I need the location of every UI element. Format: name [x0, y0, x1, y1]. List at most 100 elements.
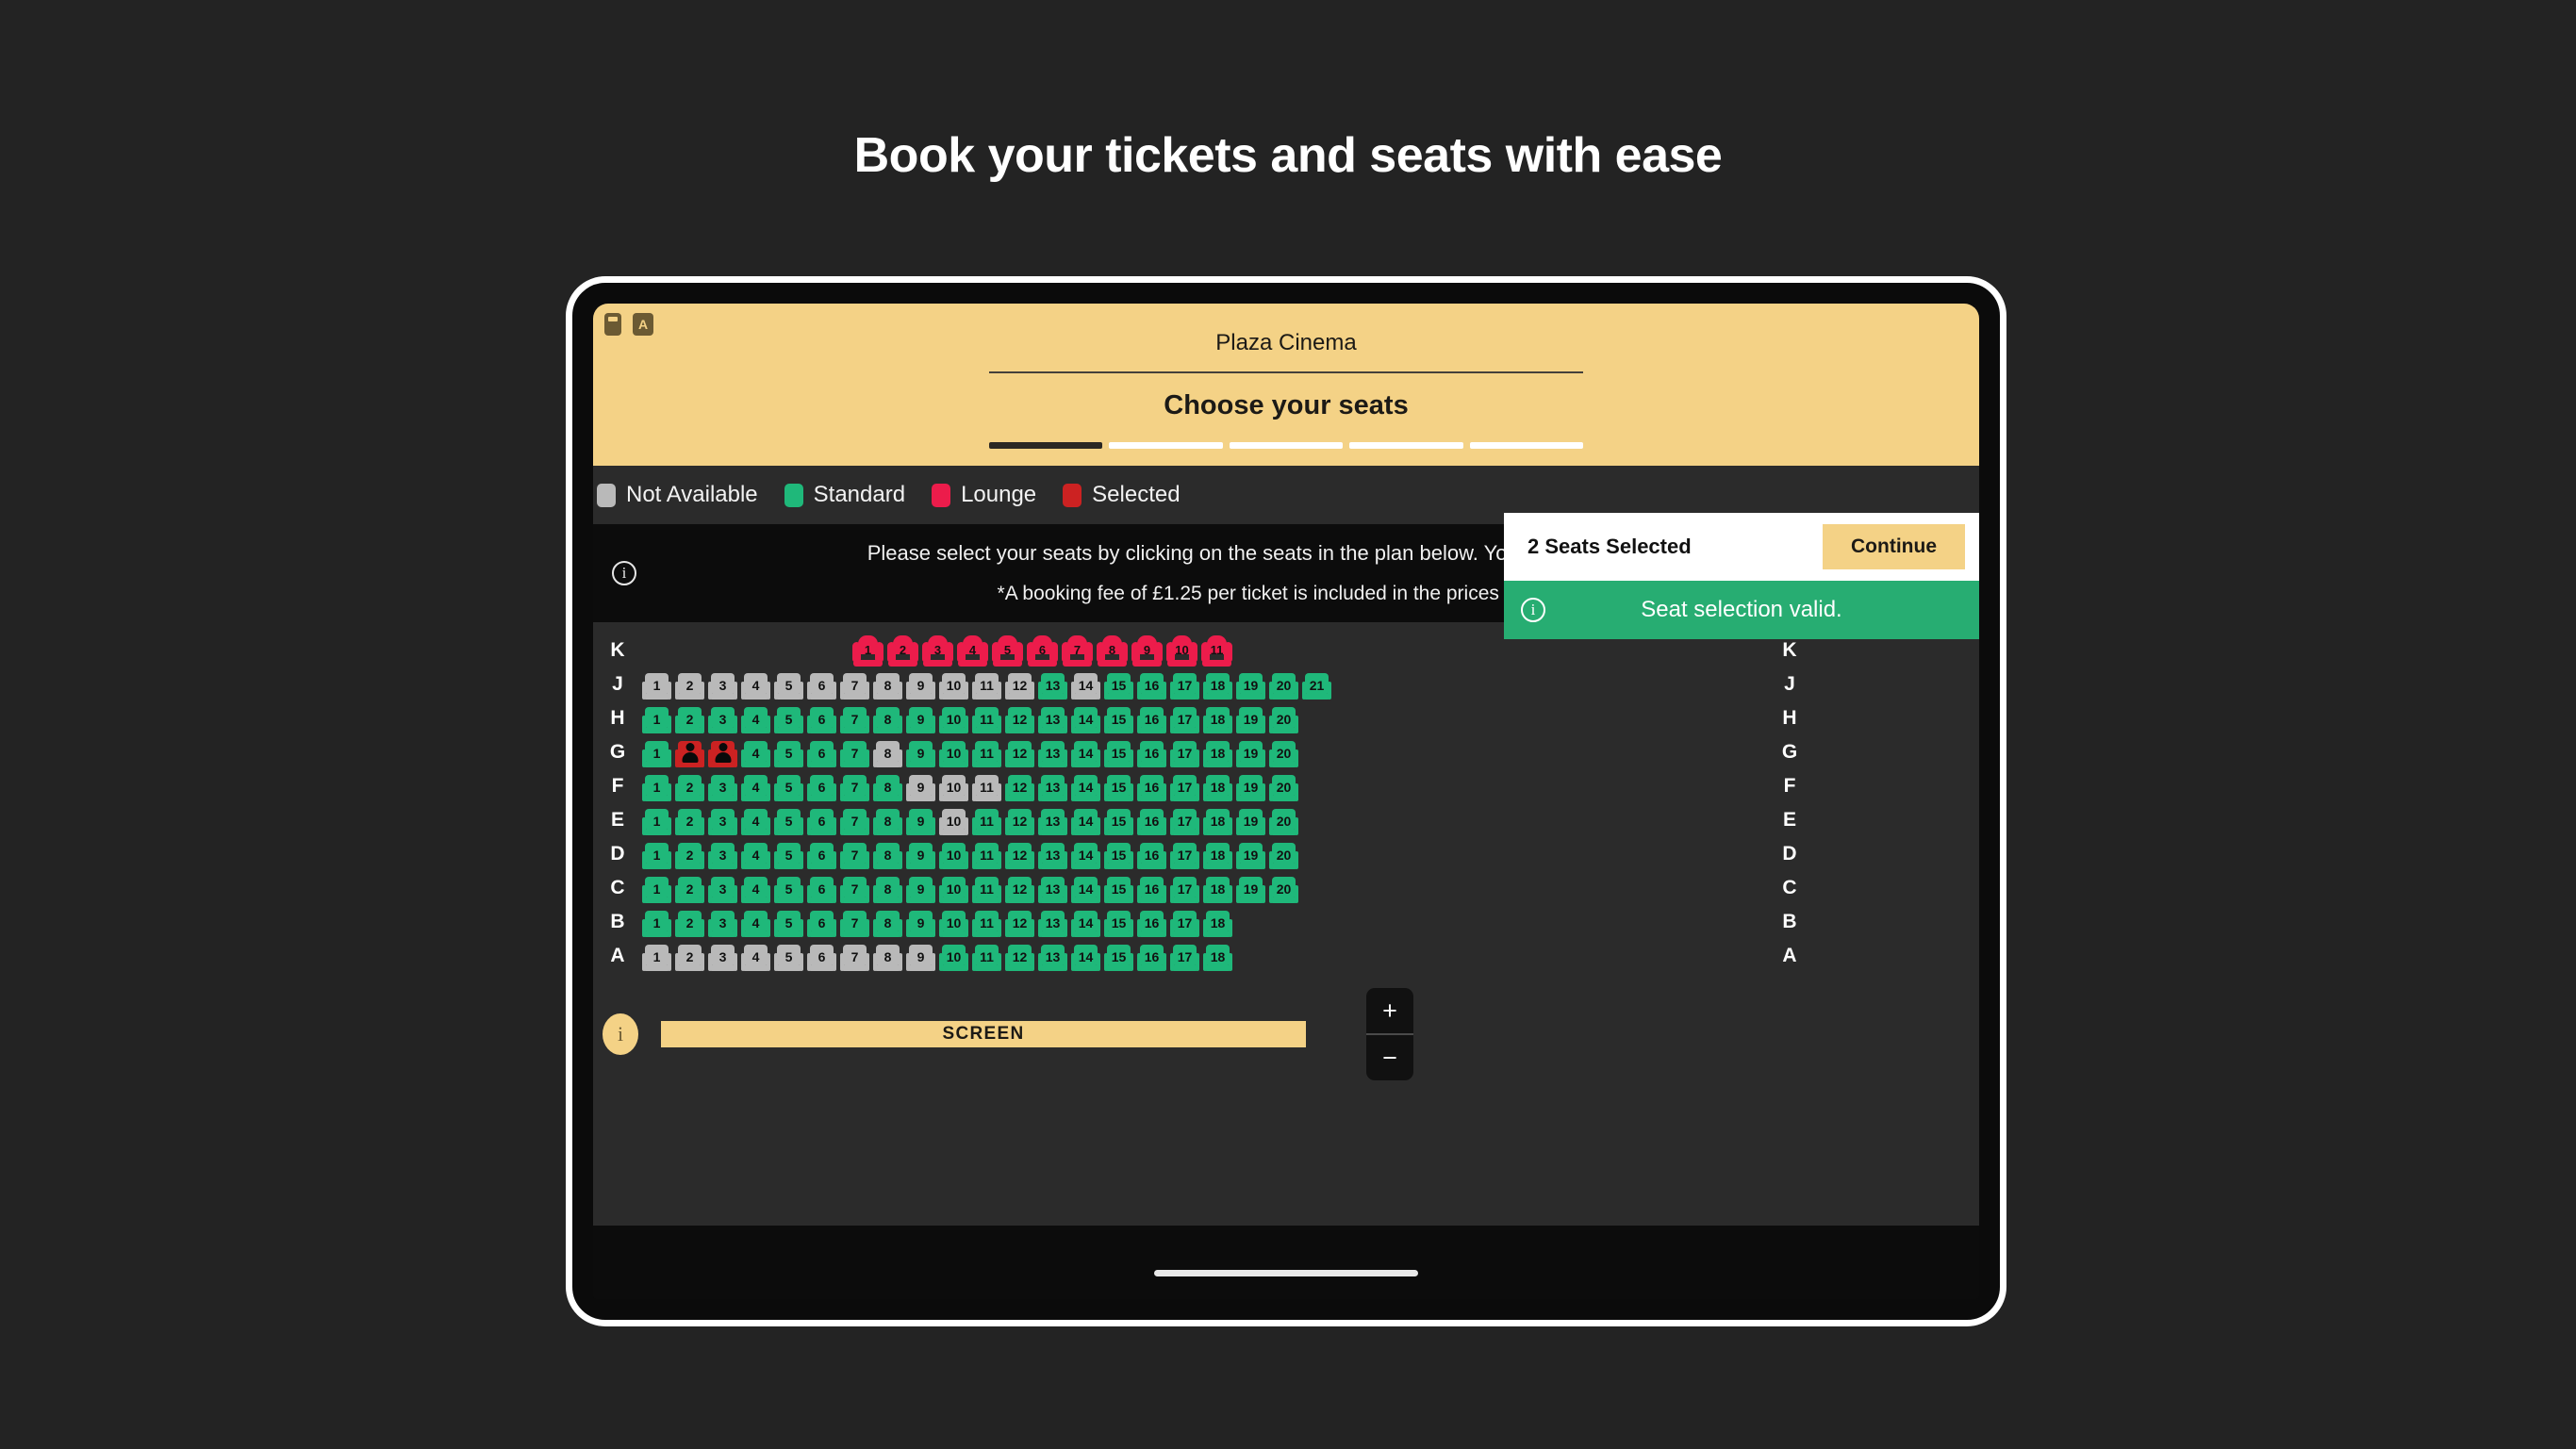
seat-F8[interactable]: 8: [873, 775, 902, 803]
seat-F1[interactable]: 1: [642, 775, 671, 803]
seat-B12[interactable]: 12: [1005, 911, 1034, 939]
seat-K8[interactable]: 8: [1097, 635, 1128, 667]
seat-J6[interactable]: 6: [807, 673, 836, 701]
seat-G14[interactable]: 14: [1071, 741, 1100, 769]
seat-G18[interactable]: 18: [1203, 741, 1232, 769]
seat-D2[interactable]: 2: [675, 843, 704, 871]
seat-B5[interactable]: 5: [774, 911, 803, 939]
seat-D12[interactable]: 12: [1005, 843, 1034, 871]
seat-B17[interactable]: 17: [1170, 911, 1199, 939]
seat-A13[interactable]: 13: [1038, 945, 1067, 973]
seat-D19[interactable]: 19: [1236, 843, 1265, 871]
seat-D3[interactable]: 3: [708, 843, 737, 871]
seat-C15[interactable]: 15: [1104, 877, 1133, 905]
seat-A1[interactable]: 1: [642, 945, 671, 973]
seat-A9[interactable]: 9: [906, 945, 935, 973]
seat-B8[interactable]: 8: [873, 911, 902, 939]
seat-G6[interactable]: 6: [807, 741, 836, 769]
seat-A16[interactable]: 16: [1137, 945, 1166, 973]
seat-J13[interactable]: 13: [1038, 673, 1067, 701]
seat-A18[interactable]: 18: [1203, 945, 1232, 973]
seat-G8[interactable]: 8: [873, 741, 902, 769]
seat-H12[interactable]: 12: [1005, 707, 1034, 735]
seat-C20[interactable]: 20: [1269, 877, 1298, 905]
seat-G13[interactable]: 13: [1038, 741, 1067, 769]
seat-F10[interactable]: 10: [939, 775, 968, 803]
seat-F16[interactable]: 16: [1137, 775, 1166, 803]
seat-C2[interactable]: 2: [675, 877, 704, 905]
seat-C3[interactable]: 3: [708, 877, 737, 905]
seat-B7[interactable]: 7: [840, 911, 869, 939]
seat-E9[interactable]: 9: [906, 809, 935, 837]
seat-J7[interactable]: 7: [840, 673, 869, 701]
seat-F7[interactable]: 7: [840, 775, 869, 803]
seat-K5[interactable]: 5: [992, 635, 1023, 667]
seat-G1[interactable]: 1: [642, 741, 671, 769]
seat-B13[interactable]: 13: [1038, 911, 1067, 939]
seat-D11[interactable]: 11: [972, 843, 1001, 871]
seat-F20[interactable]: 20: [1269, 775, 1298, 803]
seat-D16[interactable]: 16: [1137, 843, 1166, 871]
seat-J3[interactable]: 3: [708, 673, 737, 701]
seat-K6[interactable]: 6: [1027, 635, 1058, 667]
seat-C8[interactable]: 8: [873, 877, 902, 905]
zoom-controls[interactable]: + −: [1366, 988, 1413, 1080]
seat-D13[interactable]: 13: [1038, 843, 1067, 871]
seat-J12[interactable]: 12: [1005, 673, 1034, 701]
seat-H4[interactable]: 4: [741, 707, 770, 735]
seat-J10[interactable]: 10: [939, 673, 968, 701]
seat-G9[interactable]: 9: [906, 741, 935, 769]
seat-K1[interactable]: 1: [852, 635, 883, 667]
seat-G10[interactable]: 10: [939, 741, 968, 769]
seat-H7[interactable]: 7: [840, 707, 869, 735]
seat-E13[interactable]: 13: [1038, 809, 1067, 837]
seat-B14[interactable]: 14: [1071, 911, 1100, 939]
seat-F12[interactable]: 12: [1005, 775, 1034, 803]
seat-C1[interactable]: 1: [642, 877, 671, 905]
seat-J1[interactable]: 1: [642, 673, 671, 701]
seat-A4[interactable]: 4: [741, 945, 770, 973]
seat-C4[interactable]: 4: [741, 877, 770, 905]
seat-H10[interactable]: 10: [939, 707, 968, 735]
seat-B15[interactable]: 15: [1104, 911, 1133, 939]
seat-J21[interactable]: 21: [1302, 673, 1331, 701]
seat-map[interactable]: K 1 2 3 4 5 6 7 8 9 10 11 K J 1 2 3 4 5 6 7 8 9 10 11 12 13 14 15 16 1…: [593, 622, 1979, 1226]
seat-G4[interactable]: 4: [741, 741, 770, 769]
seat-E18[interactable]: 18: [1203, 809, 1232, 837]
map-info-button[interactable]: i: [603, 1013, 638, 1055]
seat-H19[interactable]: 19: [1236, 707, 1265, 735]
seat-A5[interactable]: 5: [774, 945, 803, 973]
seat-D15[interactable]: 15: [1104, 843, 1133, 871]
seat-A15[interactable]: 15: [1104, 945, 1133, 973]
seat-F17[interactable]: 17: [1170, 775, 1199, 803]
seat-C12[interactable]: 12: [1005, 877, 1034, 905]
seat-E14[interactable]: 14: [1071, 809, 1100, 837]
seat-G5[interactable]: 5: [774, 741, 803, 769]
seat-A3[interactable]: 3: [708, 945, 737, 973]
seat-A12[interactable]: 12: [1005, 945, 1034, 973]
seat-H16[interactable]: 16: [1137, 707, 1166, 735]
seat-E6[interactable]: 6: [807, 809, 836, 837]
seat-C17[interactable]: 17: [1170, 877, 1199, 905]
seat-E15[interactable]: 15: [1104, 809, 1133, 837]
seat-E20[interactable]: 20: [1269, 809, 1298, 837]
seat-G15[interactable]: 15: [1104, 741, 1133, 769]
seat-H3[interactable]: 3: [708, 707, 737, 735]
seat-J19[interactable]: 19: [1236, 673, 1265, 701]
seat-H1[interactable]: 1: [642, 707, 671, 735]
seat-B18[interactable]: 18: [1203, 911, 1232, 939]
seat-F6[interactable]: 6: [807, 775, 836, 803]
seat-J17[interactable]: 17: [1170, 673, 1199, 701]
seat-H20[interactable]: 20: [1269, 707, 1298, 735]
seat-E4[interactable]: 4: [741, 809, 770, 837]
seat-K11[interactable]: 11: [1201, 635, 1232, 667]
seat-G11[interactable]: 11: [972, 741, 1001, 769]
seat-C7[interactable]: 7: [840, 877, 869, 905]
seat-H8[interactable]: 8: [873, 707, 902, 735]
seat-J11[interactable]: 11: [972, 673, 1001, 701]
seat-H9[interactable]: 9: [906, 707, 935, 735]
seat-C11[interactable]: 11: [972, 877, 1001, 905]
seat-J2[interactable]: 2: [675, 673, 704, 701]
seat-C18[interactable]: 18: [1203, 877, 1232, 905]
seat-A7[interactable]: 7: [840, 945, 869, 973]
